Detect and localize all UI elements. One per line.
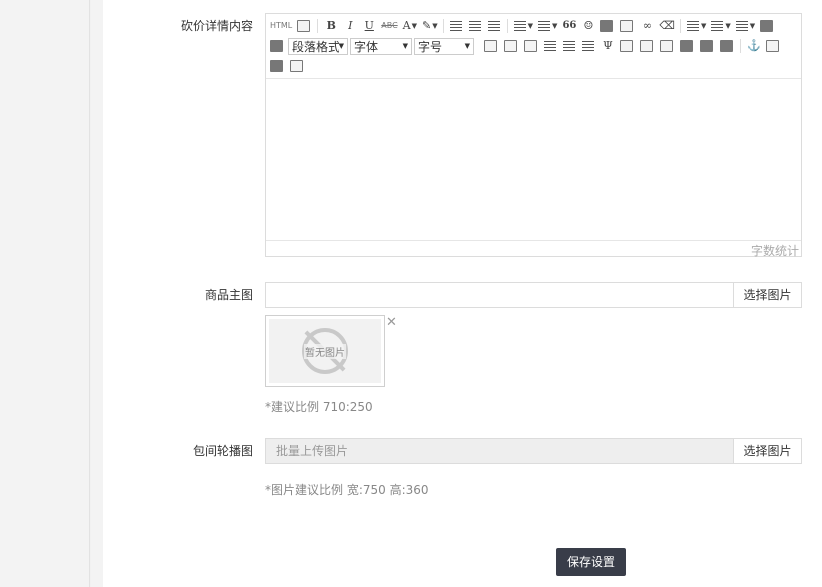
font-family-select[interactable]: 字体 ▼: [350, 37, 412, 55]
chevron-down-icon: ▼: [338, 42, 344, 50]
toolbar-separator: [317, 19, 319, 33]
save-settings-button[interactable]: 保存设置: [556, 548, 626, 576]
main-image-pick-button[interactable]: 选择图片: [733, 282, 802, 308]
template-icon[interactable]: [290, 60, 303, 72]
bold-button[interactable]: B: [324, 18, 338, 34]
split-cols-icon[interactable]: [720, 40, 733, 52]
ordered-list-button[interactable]: ▼: [513, 18, 533, 34]
font-family-value: 字体: [354, 39, 379, 54]
font-size-value: 字号: [418, 39, 443, 54]
align-center-icon[interactable]: [468, 21, 481, 31]
detail-content-label: 砍价详情内容: [180, 19, 253, 33]
monitor-icon[interactable]: [760, 20, 774, 32]
page-break-icon[interactable]: [620, 20, 634, 32]
insert-row-icon[interactable]: [544, 41, 556, 51]
split-cells-icon[interactable]: [680, 40, 693, 52]
word-count: 字数统计: [750, 244, 799, 258]
insert-col-icon[interactable]: [563, 41, 575, 51]
rich-text-editor: HTML B I U ABC A ▼ ✎ ▼ ▼ ▼ 66 ☺ ∞ ⌫ ▼ ▼ …: [265, 13, 802, 258]
merge-cells-icon[interactable]: [620, 40, 633, 52]
carousel-hint: *图片建议比例 宽:750 高:360: [265, 483, 429, 497]
delete-col-icon[interactable]: [582, 41, 594, 51]
remove-image-icon[interactable]: ✕: [386, 316, 397, 329]
ordered-list-icon: [513, 21, 526, 31]
insert-frame-icon[interactable]: [270, 40, 283, 52]
gutter: [91, 0, 103, 587]
toolbar-separator: [506, 19, 508, 33]
strikethrough-button[interactable]: ABC: [381, 18, 397, 34]
emoticon-icon[interactable]: ☺: [581, 18, 595, 34]
toolbar-separator: [740, 39, 741, 53]
chevron-down-icon: ▼: [402, 42, 408, 50]
preview-icon[interactable]: [297, 20, 311, 32]
carousel-label: 包间轮播图: [192, 444, 253, 458]
split-icon[interactable]: Ψ: [601, 38, 615, 54]
align-left-icon[interactable]: [449, 21, 462, 31]
align-right-icon[interactable]: [487, 21, 500, 31]
highlight-button[interactable]: ✎ ▼: [422, 18, 438, 34]
editor-footer: 字数统计: [266, 240, 801, 258]
link-icon[interactable]: ∞: [640, 18, 654, 34]
insert-table-icon[interactable]: [484, 40, 497, 52]
paragraph-spacing-button[interactable]: ▼: [711, 18, 731, 34]
image-icon[interactable]: [600, 20, 614, 32]
editor-content-area[interactable]: [266, 79, 801, 240]
split-rows-icon[interactable]: [700, 40, 713, 52]
unordered-list-icon: [538, 21, 551, 31]
vertical-align-button[interactable]: ▼: [686, 18, 706, 34]
left-sidebar: [0, 0, 90, 587]
eraser-icon[interactable]: ⌫: [659, 18, 675, 34]
main-image-hint: *建议比例 710:250: [265, 400, 373, 414]
carousel-pick-button[interactable]: 选择图片: [733, 438, 802, 464]
paragraph-format-value: 段落格式: [292, 39, 339, 54]
main-image-input[interactable]: [265, 282, 734, 308]
insert-image-icon[interactable]: [766, 40, 779, 52]
toolbar-separator: [442, 19, 444, 33]
no-image-text: 暂无图片: [304, 343, 346, 359]
main-image-thumbnail: 暂无图片: [265, 315, 385, 387]
underline-button[interactable]: U: [362, 18, 376, 34]
highlighter-icon: ✎: [422, 19, 432, 32]
vertical-align-icon: [686, 21, 699, 31]
line-height-icon: [735, 21, 748, 31]
editor-toolbar: HTML B I U ABC A ▼ ✎ ▼ ▼ ▼ 66 ☺ ∞ ⌫ ▼ ▼ …: [266, 14, 801, 79]
chevron-down-icon: ▼: [464, 42, 470, 50]
paragraph-spacing-icon: [711, 21, 724, 31]
anchor-icon[interactable]: ⚓: [747, 38, 761, 54]
merge-down-icon[interactable]: [660, 40, 673, 52]
html-source-button[interactable]: HTML: [270, 18, 292, 34]
merge-right-icon[interactable]: [640, 40, 653, 52]
unordered-list-button[interactable]: ▼: [538, 18, 557, 34]
blockquote-button[interactable]: 66: [562, 18, 576, 34]
table-props-icon[interactable]: [504, 40, 517, 52]
font-color-button[interactable]: A ▼: [403, 18, 417, 34]
form-panel: 砍价详情内容 HTML B I U ABC A ▼ ✎ ▼ ▼ ▼ 66 ☺ ∞…: [103, 0, 822, 587]
print-icon[interactable]: [270, 60, 283, 72]
carousel-upload-input[interactable]: 批量上传图片: [265, 438, 734, 464]
italic-button[interactable]: I: [343, 18, 357, 34]
paragraph-format-select[interactable]: 段落格式 ▼: [288, 37, 348, 55]
table-caption-icon[interactable]: [524, 40, 537, 52]
font-color-icon: A: [402, 19, 411, 32]
line-height-button[interactable]: ▼: [735, 18, 755, 34]
toolbar-separator: [679, 19, 681, 33]
main-image-label: 商品主图: [204, 288, 253, 302]
font-size-select[interactable]: 字号 ▼: [414, 37, 474, 55]
